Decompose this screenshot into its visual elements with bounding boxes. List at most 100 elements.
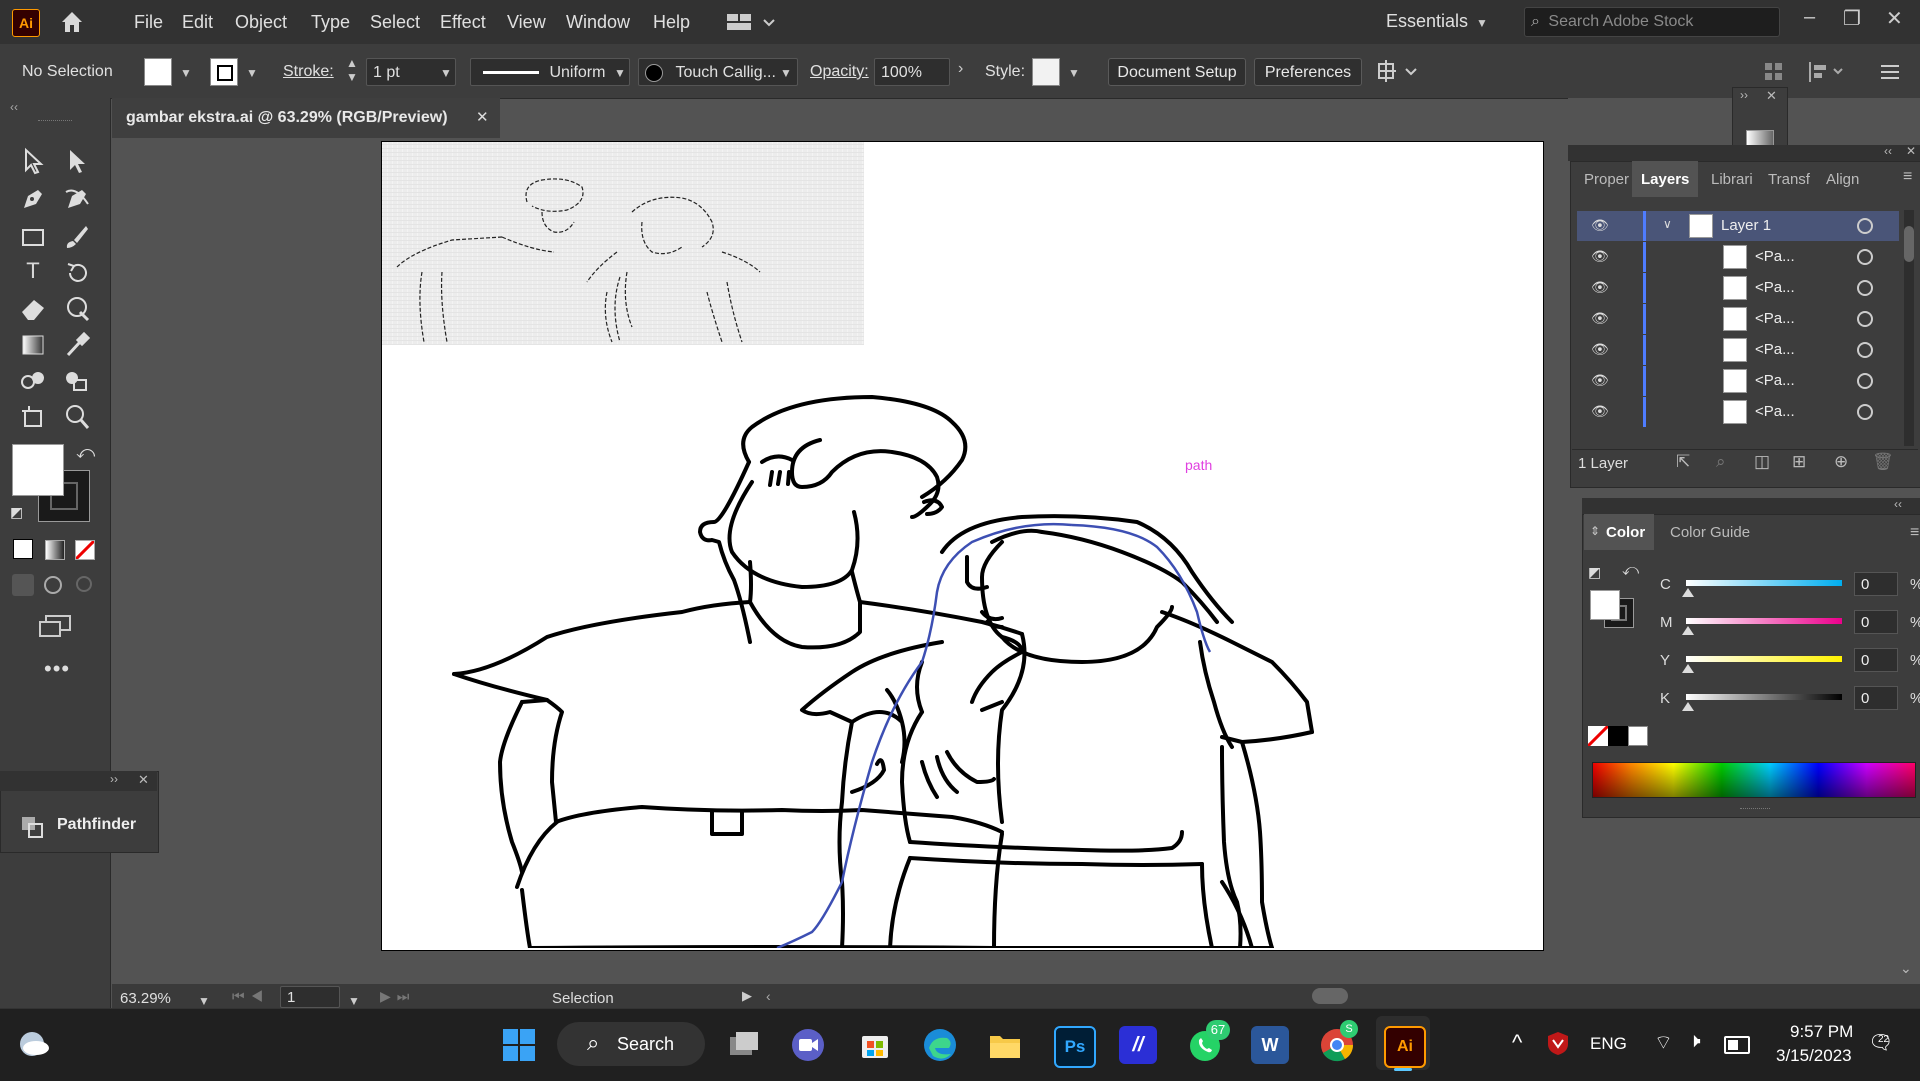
stroke-label[interactable]: Stroke:: [283, 63, 334, 81]
battery-icon[interactable]: [1724, 1036, 1750, 1054]
channel-track[interactable]: [1686, 618, 1842, 624]
visibility-eye-icon[interactable]: 👁: [1591, 217, 1609, 234]
shape-builder-tool-icon[interactable]: [62, 366, 92, 401]
language-indicator[interactable]: ENG: [1590, 1034, 1627, 1054]
color-spectrum[interactable]: [1592, 762, 1916, 798]
warp-tool-icon[interactable]: [62, 294, 92, 329]
fill-color-box[interactable]: [1590, 590, 1620, 620]
selection-tool-icon[interactable]: [18, 146, 48, 181]
close-icon[interactable]: ✕: [1766, 88, 1777, 104]
tab-color[interactable]: Color: [1606, 524, 1645, 541]
zoom-level[interactable]: 63.29%: [120, 990, 171, 1007]
task-view-icon[interactable]: [725, 1026, 763, 1064]
channel-track[interactable]: [1686, 694, 1842, 700]
opacity-label[interactable]: Opacity:: [810, 63, 869, 81]
document-tab[interactable]: gambar ekstra.ai @ 63.29% (RGB/Preview): [112, 98, 500, 138]
rotate-tool-icon[interactable]: [62, 258, 92, 293]
edge-icon[interactable]: [921, 1026, 959, 1064]
channel-value-field[interactable]: 0: [1854, 648, 1898, 672]
tab-libraries[interactable]: Librari: [1711, 171, 1753, 188]
draw-behind-icon[interactable]: [44, 576, 62, 594]
layers-scrollbar[interactable]: [1904, 210, 1914, 446]
line-art-drawing[interactable]: path: [382, 142, 1542, 948]
none-swatch[interactable]: [1586, 724, 1610, 748]
current-tool-status[interactable]: Selection: [552, 990, 614, 1007]
collapse-icon[interactable]: ‹‹: [1884, 144, 1892, 158]
clock-date[interactable]: 3/15/2023: [1776, 1046, 1852, 1066]
new-layer-icon[interactable]: ⊕: [1834, 452, 1848, 472]
layer-row[interactable]: 👁 <Pa...: [1577, 273, 1899, 303]
menu-object[interactable]: Object: [235, 12, 287, 33]
stroke-stepper[interactable]: ▲ ▼: [346, 56, 358, 84]
close-icon[interactable]: ✕: [138, 772, 149, 788]
visibility-eye-icon[interactable]: 👁: [1591, 372, 1609, 389]
fill-color-box-front[interactable]: [12, 444, 64, 496]
home-icon[interactable]: [58, 8, 86, 36]
target-circle-icon[interactable]: [1857, 218, 1873, 234]
layer-name[interactable]: <Pa...: [1755, 310, 1795, 327]
preferences-button[interactable]: Preferences: [1254, 58, 1362, 86]
menu-file[interactable]: File: [134, 12, 163, 33]
tab-transform[interactable]: Transf: [1768, 171, 1810, 188]
gradient-mode-icon[interactable]: [45, 540, 65, 560]
file-explorer-icon[interactable]: [986, 1026, 1024, 1064]
tab-layers[interactable]: Layers: [1641, 171, 1689, 188]
channel-track[interactable]: [1686, 656, 1842, 662]
slider-handle-icon[interactable]: [1682, 664, 1694, 673]
chevron-down-icon[interactable]: ▼: [1476, 16, 1488, 30]
swap-colors-icon[interactable]: ⤺: [1622, 562, 1639, 580]
slider-handle-icon[interactable]: [1682, 626, 1694, 635]
new-sublayer-icon[interactable]: ⊞: [1792, 452, 1806, 472]
chevron-down-icon[interactable]: ▼: [198, 994, 210, 1008]
menu-window[interactable]: Window: [566, 12, 630, 33]
wifi-icon[interactable]: ⌔: [1654, 1030, 1673, 1055]
visibility-eye-icon[interactable]: 👁: [1591, 310, 1609, 327]
artboard-tool-icon[interactable]: [18, 402, 48, 437]
scroll-down-icon[interactable]: ⌄: [1900, 960, 1912, 977]
layer-row[interactable]: 👁 <Pa...: [1577, 366, 1899, 396]
target-circle-icon[interactable]: [1857, 249, 1873, 265]
first-prev-artboard-icon[interactable]: ⏮◀: [232, 988, 269, 1005]
chevron-down-icon[interactable]: ▼: [348, 994, 360, 1008]
visibility-eye-icon[interactable]: 👁: [1591, 403, 1609, 420]
close-window-icon[interactable]: ✕: [1886, 6, 1903, 31]
blend-tool-icon[interactable]: [18, 366, 48, 401]
cmyk-slider-row[interactable]: M 0%: [1650, 610, 1920, 640]
tab-color-guide[interactable]: Color Guide: [1670, 524, 1750, 541]
fill-swatch[interactable]: [144, 58, 172, 86]
collapse-icon[interactable]: ››: [110, 772, 118, 786]
type-tool-icon[interactable]: T: [18, 256, 48, 286]
delete-layer-icon[interactable]: 🗑: [1872, 452, 1894, 472]
visibility-eye-icon[interactable]: 👁: [1591, 248, 1609, 265]
artboard-number-field[interactable]: 1: [280, 986, 340, 1008]
channel-value-field[interactable]: 0: [1854, 610, 1898, 634]
workspace-switcher[interactable]: Essentials: [1386, 11, 1468, 32]
start-icon[interactable]: [500, 1026, 538, 1064]
channel-track[interactable]: [1686, 580, 1842, 586]
stroke-swatch[interactable]: [210, 58, 238, 86]
variable-width-profile[interactable]: Uniform: [470, 58, 630, 86]
eraser-tool-icon[interactable]: [18, 294, 48, 329]
layer-name[interactable]: Layer 1: [1721, 217, 1771, 234]
rectangle-tool-icon[interactable]: [18, 222, 48, 257]
target-circle-icon[interactable]: [1857, 311, 1873, 327]
layer-row[interactable]: 👁 <Pa...: [1577, 304, 1899, 334]
chevron-down-icon[interactable]: ▼: [246, 66, 258, 80]
chevron-down-icon[interactable]: ▼: [1068, 66, 1080, 80]
layer-row[interactable]: 👁 <Pa...: [1577, 242, 1899, 272]
photoshop-icon[interactable]: Ps: [1054, 1026, 1096, 1068]
word-icon[interactable]: W: [1251, 1026, 1289, 1064]
clock-time[interactable]: 9:57 PM: [1790, 1022, 1853, 1042]
swap-colors-icon[interactable]: ⤺: [76, 442, 95, 463]
tab-align[interactable]: Align: [1826, 171, 1859, 188]
restore-icon[interactable]: ❐: [1843, 6, 1861, 31]
draw-normal-icon[interactable]: [12, 574, 34, 596]
draw-inside-icon[interactable]: [76, 576, 92, 592]
horizontal-scroll-thumb[interactable]: [1312, 988, 1348, 1004]
layer-name[interactable]: <Pa...: [1755, 372, 1795, 389]
align-grid-icon[interactable]: [1762, 58, 1792, 86]
change-screen-mode-icon[interactable]: [38, 614, 72, 643]
tab-properties[interactable]: Proper: [1584, 171, 1629, 188]
locate-icon[interactable]: ⌕: [1716, 452, 1726, 472]
taskbar-search[interactable]: ⌕ Search: [557, 1022, 705, 1066]
